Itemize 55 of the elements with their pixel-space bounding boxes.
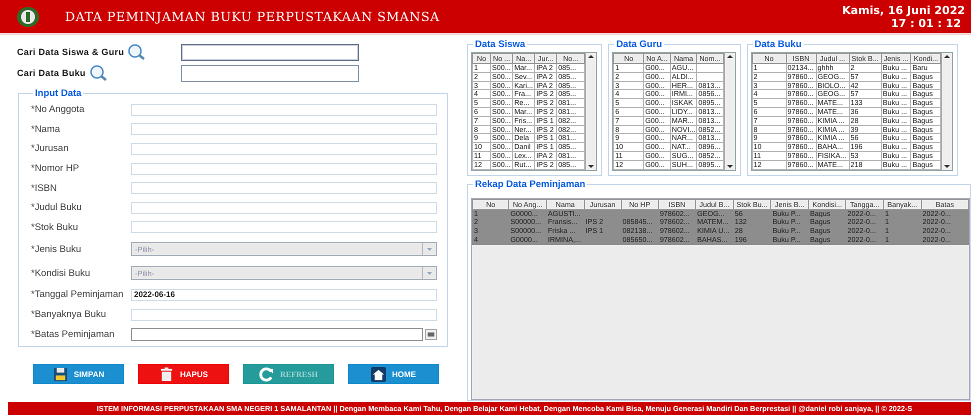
- floppy-icon: [52, 366, 68, 382]
- save-button[interactable]: SIMPAN: [33, 364, 124, 384]
- scrollbar[interactable]: [585, 53, 596, 170]
- clock-text: 17 : 01 : 12: [890, 16, 961, 30]
- field-label: *Stok Buku: [31, 222, 79, 233]
- search-icon[interactable]: [127, 44, 146, 60]
- text-field[interactable]: [131, 308, 437, 321]
- data-table[interactable]: [613, 53, 724, 170]
- field-label: *Tanggal Peminjaman: [31, 289, 124, 300]
- trash-icon: [158, 366, 174, 382]
- field-label: *Kondisi Buku: [31, 268, 92, 279]
- scrollbar[interactable]: [724, 53, 735, 170]
- field-label: *Judul Buku: [31, 202, 83, 214]
- field-label: *Nama: [31, 124, 62, 135]
- text-field[interactable]: [131, 104, 437, 116]
- text-field[interactable]: [131, 142, 437, 155]
- panel-title: Data Buku: [754, 39, 802, 50]
- field-label: *Nomor HP: [31, 163, 80, 174]
- field-label: *Jurusan: [31, 143, 70, 154]
- home-button[interactable]: HOME: [348, 364, 439, 384]
- refresh-icon: [259, 366, 274, 382]
- text-field[interactable]: [131, 162, 437, 175]
- date-field[interactable]: [131, 328, 423, 341]
- text-field[interactable]: [131, 182, 437, 194]
- search-label: Cari Data Siswa & Guru: [17, 47, 124, 57]
- panel-title: Rekap Data Peminjaman: [474, 178, 586, 190]
- data-table[interactable]: [472, 53, 586, 170]
- panel-title: Data Guru: [615, 39, 664, 50]
- scrollbar[interactable]: [941, 53, 952, 170]
- scroll-up-icon[interactable]: [724, 53, 735, 61]
- data-table[interactable]: [752, 53, 942, 170]
- field-label: *Banyaknya Buku: [31, 309, 107, 320]
- search-field[interactable]: [181, 64, 359, 82]
- date-text: Kamis, 16 Juni 2022: [842, 4, 965, 16]
- search-label: Cari Data Buku: [17, 68, 86, 78]
- text-field[interactable]: 2022-06-16: [131, 288, 437, 301]
- field-label: *Jenis Buku: [31, 244, 82, 255]
- data-table[interactable]: [472, 198, 969, 245]
- search-field[interactable]: [181, 44, 359, 60]
- scroll-up-icon[interactable]: [586, 53, 596, 61]
- delete-button[interactable]: HAPUS: [138, 364, 229, 384]
- search-icon[interactable]: [88, 65, 108, 81]
- scroll-up-icon[interactable]: [942, 53, 952, 61]
- text-field[interactable]: [131, 221, 437, 234]
- panel-title: Data Siswa: [474, 39, 526, 50]
- school-logo: [17, 6, 39, 26]
- home-icon: [371, 366, 386, 382]
- text-field[interactable]: [131, 202, 437, 214]
- calendar-icon[interactable]: [425, 328, 437, 340]
- field-label: *ISBN: [31, 182, 58, 194]
- text-field[interactable]: [131, 123, 437, 136]
- field-label: *Batas Peminjaman: [31, 328, 116, 340]
- panel-title: Input Data: [34, 88, 82, 99]
- app-title: DATA PEMINJAMAN BUKU PERPUSTAKAAN SMANSA: [65, 9, 441, 24]
- field-label: *No Anggota: [31, 104, 86, 116]
